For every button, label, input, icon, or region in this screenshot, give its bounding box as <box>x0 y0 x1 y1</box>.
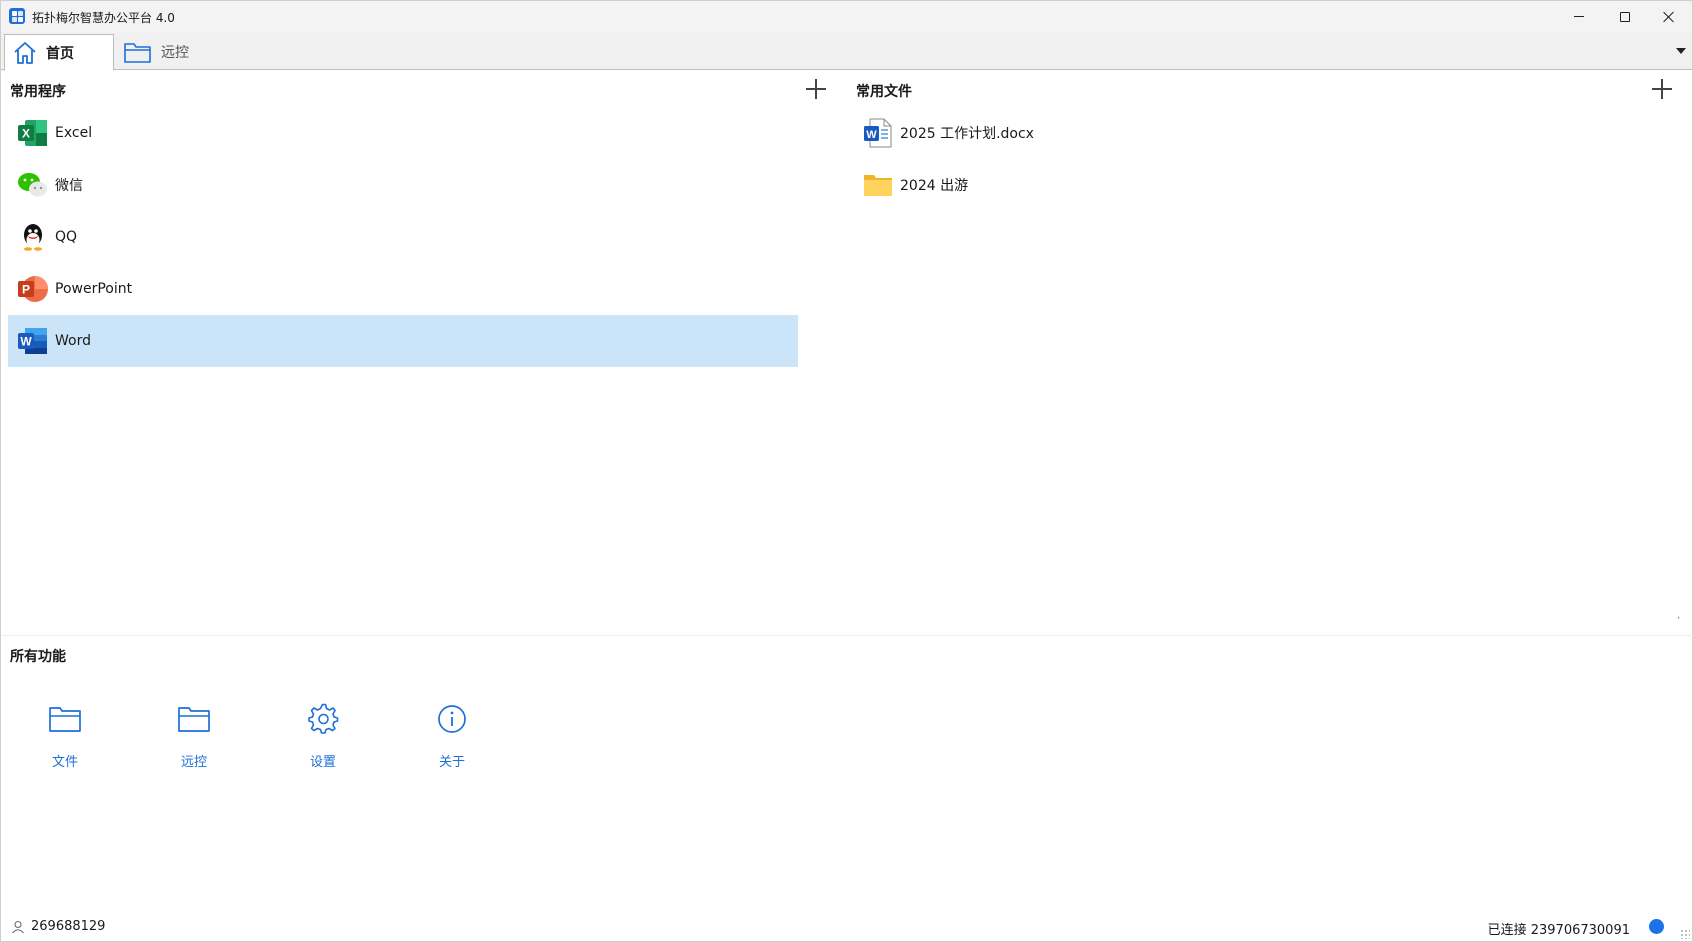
svg-text:X: X <box>22 127 30 141</box>
feature-label: 关于 <box>438 755 465 770</box>
user-id: 269688129 <box>31 919 106 934</box>
status-bar: 269688129 已连接 239706730091 <box>1 915 1692 941</box>
minimize-icon <box>1574 16 1584 17</box>
connection-indicator <box>1649 919 1664 934</box>
close-icon <box>1663 11 1675 23</box>
window-title: 拓扑梅尔智慧办公平台 4.0 <box>32 11 175 25</box>
program-item-powerpoint[interactable]: P PowerPoint <box>8 263 798 315</box>
feature-label: 远控 <box>180 755 207 770</box>
qq-icon <box>17 221 49 253</box>
files-list: W 2025 工作计划.docx 2024 出游 <box>856 107 1676 211</box>
powerpoint-icon: P <box>17 273 49 305</box>
folder-icon <box>862 169 894 201</box>
wechat-icon <box>17 169 49 201</box>
maximize-icon <box>1620 11 1630 22</box>
tab-remote[interactable]: 远控 <box>116 34 206 70</box>
section-divider <box>2 635 1693 636</box>
tab-home-label: 首页 <box>46 45 74 62</box>
programs-list: X Excel 微信 QQ P PowerPoint W Word <box>8 107 798 367</box>
file-item-label: 2025 工作计划.docx <box>900 126 1034 142</box>
program-item-label: PowerPoint <box>55 281 133 297</box>
resize-mark: , <box>1677 610 1681 621</box>
svg-text:W: W <box>20 335 32 349</box>
title-bar[interactable]: 拓扑梅尔智慧办公平台 4.0 <box>1 1 1692 32</box>
svg-text:W: W <box>866 129 877 141</box>
user-info: 269688129 <box>11 919 105 934</box>
word-doc-icon: W <box>862 117 894 149</box>
feature-remote[interactable]: 远控 <box>154 701 234 770</box>
programs-title: 常用程序 <box>10 84 66 100</box>
add-file-button[interactable] <box>1650 77 1674 101</box>
feature-files[interactable]: 文件 <box>25 701 105 770</box>
tab-strip: 首页 远控 <box>1 32 1692 71</box>
feature-about[interactable]: 关于 <box>412 701 492 770</box>
file-item-label: 2024 出游 <box>900 178 969 194</box>
features-title: 所有功能 <box>10 649 66 665</box>
program-item-wechat[interactable]: 微信 <box>8 159 798 211</box>
minimize-button[interactable] <box>1556 1 1602 32</box>
tab-home[interactable]: 首页 <box>4 34 114 71</box>
gear-icon <box>283 701 363 737</box>
word-icon: W <box>17 325 49 357</box>
program-item-word[interactable]: W Word <box>8 315 798 367</box>
close-button[interactable] <box>1646 1 1692 32</box>
resize-grip[interactable] <box>1680 929 1690 939</box>
file-item-work-plan[interactable]: W 2025 工作计划.docx <box>856 107 1676 159</box>
app-logo-icon <box>9 8 25 24</box>
folder-icon <box>123 39 153 65</box>
feature-label: 设置 <box>309 755 336 770</box>
folder-icon <box>154 701 234 737</box>
app-window: 拓扑梅尔智慧办公平台 4.0 首页 远控 常用程序 X Excel 微信 QQ … <box>0 0 1693 942</box>
home-icon <box>12 40 38 66</box>
info-icon <box>412 701 492 737</box>
program-item-label: Word <box>55 333 91 349</box>
program-item-label: 微信 <box>55 178 83 194</box>
program-item-label: QQ <box>55 229 78 245</box>
program-item-qq[interactable]: QQ <box>8 211 798 263</box>
folder-icon <box>25 701 105 737</box>
connection-status: 已连接 239706730091 <box>1487 923 1630 938</box>
files-title: 常用文件 <box>856 84 912 100</box>
program-item-excel[interactable]: X Excel <box>8 107 798 159</box>
feature-label: 文件 <box>51 755 78 770</box>
excel-icon: X <box>17 117 49 149</box>
user-icon <box>11 920 25 934</box>
svg-text:P: P <box>22 283 30 297</box>
tab-remote-label: 远控 <box>161 45 189 61</box>
chevron-down-icon[interactable] <box>1676 48 1686 54</box>
program-item-label: Excel <box>55 125 93 141</box>
maximize-button[interactable] <box>1602 1 1648 32</box>
file-item-trip[interactable]: 2024 出游 <box>856 159 1676 211</box>
add-program-button[interactable] <box>804 77 828 101</box>
feature-settings[interactable]: 设置 <box>283 701 363 770</box>
